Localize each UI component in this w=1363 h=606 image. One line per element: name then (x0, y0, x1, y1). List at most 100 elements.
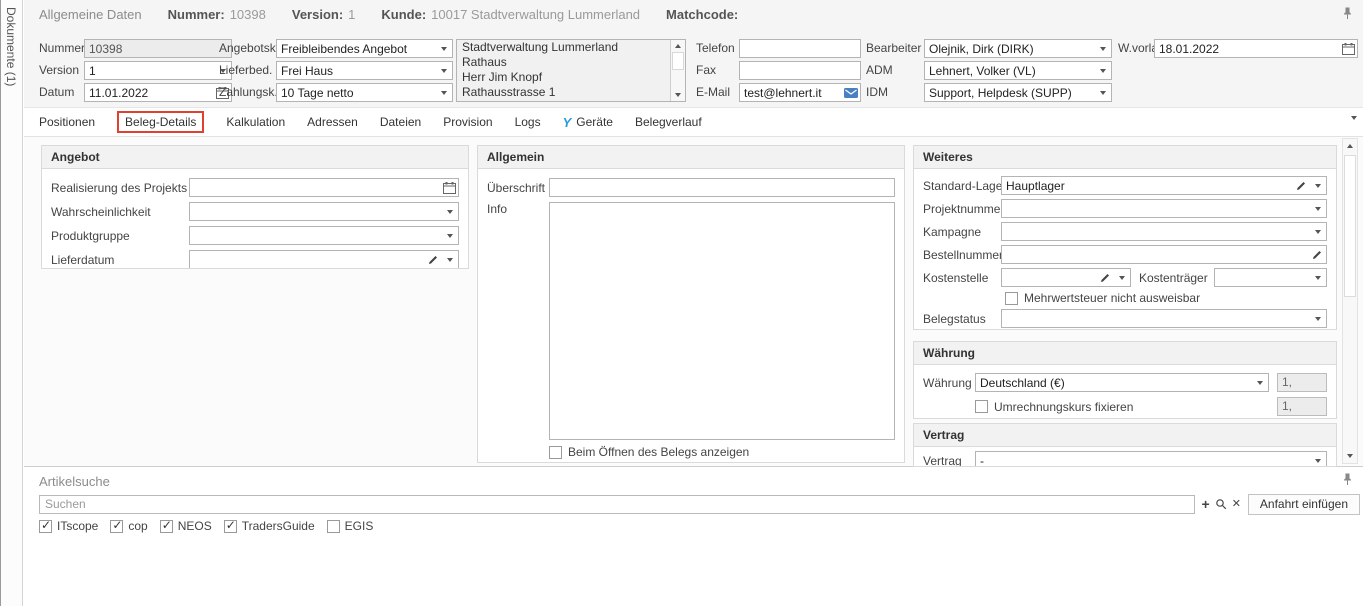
bearbeiter-dropdown-arrow[interactable] (1095, 40, 1111, 57)
telefon-field[interactable] (739, 39, 861, 58)
customer-address-box[interactable]: Stadtverwaltung Lummerland Rathaus Herr … (456, 39, 686, 102)
lieferbed-dropdown-arrow[interactable] (436, 62, 452, 79)
adm-dropdown-arrow[interactable] (1095, 62, 1111, 79)
envelope-icon[interactable] (842, 84, 860, 101)
vertrag-dropdown-arrow[interactable] (1310, 452, 1326, 467)
content-scroll-track[interactable] (1343, 153, 1357, 449)
nummer-field[interactable] (84, 39, 232, 58)
angebotsk-combo[interactable]: Freibleibendes Angebot (276, 39, 453, 58)
anzeigen-checkbox[interactable] (549, 446, 562, 459)
tab-logs[interactable]: Logs (515, 111, 541, 133)
address-scrollbar[interactable] (670, 40, 685, 101)
egis-checkbox[interactable] (327, 520, 340, 533)
waehrung-combo[interactable]: Deutschland (€) (975, 373, 1269, 392)
scroll-up-icon[interactable] (1343, 139, 1357, 153)
calendar-icon[interactable] (1339, 40, 1357, 57)
tab-geraete[interactable]: Y Geräte (563, 111, 613, 134)
scroll-down-icon[interactable] (671, 89, 685, 101)
wvorlage-input[interactable] (1155, 40, 1339, 57)
kostentraeger-combo[interactable] (1214, 268, 1327, 287)
fax-input[interactable] (740, 62, 860, 79)
wahrscheinlichkeit-combo[interactable] (189, 202, 459, 221)
search-input[interactable] (39, 495, 1195, 514)
cop-checkbox[interactable] (110, 520, 123, 533)
search-icon[interactable] (1215, 498, 1227, 510)
datum-field[interactable] (84, 83, 232, 102)
zahlungsk-dropdown-arrow[interactable] (436, 84, 452, 101)
ueberschrift-input[interactable] (550, 179, 894, 196)
angebotsk-dropdown-arrow[interactable] (436, 40, 452, 57)
sidebar-item-dokumente[interactable]: Dokumente (1) (1, 0, 23, 606)
content-scrollbar[interactable] (1342, 138, 1358, 464)
pin-icon[interactable] (1343, 7, 1352, 23)
telefon-input[interactable] (740, 40, 860, 57)
tab-provision[interactable]: Provision (443, 111, 492, 133)
ueberschrift-field[interactable] (549, 178, 895, 197)
source-egis[interactable]: EGIS (327, 519, 374, 533)
wahrscheinlichkeit-dropdown-arrow[interactable] (442, 203, 458, 220)
vertrag-combo[interactable]: - (975, 451, 1327, 467)
kostenstelle-dropdown-arrow[interactable] (1114, 269, 1130, 286)
neos-checkbox[interactable] (160, 520, 173, 533)
standard-lager-combo[interactable]: Hauptlager (1001, 176, 1327, 195)
info-textarea[interactable] (549, 202, 895, 440)
tab-adressen[interactable]: Adressen (307, 111, 358, 133)
address-scroll-track[interactable] (671, 52, 685, 89)
mwst-checkbox[interactable] (1005, 292, 1018, 305)
tab-belegverlauf[interactable]: Belegverlauf (635, 111, 702, 133)
nummer-input[interactable] (85, 40, 231, 57)
anfahrt-einfuegen-button[interactable]: Anfahrt einfügen (1248, 494, 1360, 515)
bearbeiter-combo[interactable]: Olejnik, Dirk (DIRK) (924, 39, 1112, 58)
produktgruppe-dropdown-arrow[interactable] (442, 227, 458, 244)
tab-beleg-details[interactable]: Beleg-Details (117, 111, 204, 133)
email-input[interactable] (740, 84, 842, 101)
projektnummer-combo[interactable] (1001, 199, 1327, 218)
tab-dateien[interactable]: Dateien (380, 111, 421, 133)
pencil-icon[interactable] (424, 251, 442, 268)
kostenstelle-combo[interactable] (1001, 268, 1131, 287)
tab-kalkulation[interactable]: Kalkulation (226, 111, 285, 133)
belegstatus-combo[interactable] (1001, 309, 1327, 328)
kampagne-combo[interactable] (1001, 222, 1327, 241)
kostentraeger-dropdown-arrow[interactable] (1310, 269, 1326, 286)
email-field[interactable] (739, 83, 861, 102)
tab-positionen[interactable]: Positionen (39, 111, 95, 133)
lieferbed-combo[interactable]: Frei Haus (276, 61, 453, 80)
bestellnummer-field[interactable] (1001, 245, 1327, 264)
source-cop[interactable]: cop (110, 519, 147, 533)
produktgruppe-combo[interactable] (189, 226, 459, 245)
calendar-icon[interactable] (440, 179, 458, 196)
realisierung-field[interactable] (189, 178, 459, 197)
version-combo[interactable]: 1 (84, 61, 232, 80)
scroll-down-icon[interactable] (1343, 449, 1357, 463)
waehrung-dropdown-arrow[interactable] (1252, 374, 1268, 391)
pencil-icon[interactable] (1292, 177, 1310, 194)
source-tradersguide[interactable]: TradersGuide (224, 519, 315, 533)
fixieren-checkbox[interactable] (975, 400, 988, 413)
bestellnummer-input[interactable] (1002, 246, 1308, 263)
idm-dropdown-arrow[interactable] (1095, 84, 1111, 101)
itscope-checkbox[interactable] (39, 520, 52, 533)
scroll-up-icon[interactable] (671, 40, 685, 52)
pin-icon[interactable] (1343, 473, 1352, 489)
kampagne-dropdown-arrow[interactable] (1310, 223, 1326, 240)
wvorlage-field[interactable] (1154, 39, 1358, 58)
tab-overflow-arrow[interactable] (1351, 120, 1357, 134)
tradersguide-checkbox[interactable] (224, 520, 237, 533)
source-itscope[interactable]: ITscope (39, 519, 98, 533)
belegstatus-dropdown-arrow[interactable] (1310, 310, 1326, 327)
realisierung-input[interactable] (190, 179, 440, 196)
idm-combo[interactable]: Support, Helpdesk (SUPP) (924, 83, 1112, 102)
standard-lager-dropdown-arrow[interactable] (1310, 177, 1326, 194)
source-neos[interactable]: NEOS (160, 519, 212, 533)
address-scroll-thumb[interactable] (672, 52, 684, 70)
lieferdatum-combo[interactable] (189, 250, 459, 269)
content-scroll-thumb[interactable] (1344, 155, 1356, 297)
pencil-icon[interactable] (1308, 246, 1326, 263)
projektnummer-dropdown-arrow[interactable] (1310, 200, 1326, 217)
adm-combo[interactable]: Lehnert, Volker (VL) (924, 61, 1112, 80)
zahlungsk-combo[interactable]: 10 Tage netto (276, 83, 453, 102)
lieferdatum-dropdown-arrow[interactable] (442, 251, 458, 268)
pencil-icon[interactable] (1096, 269, 1114, 286)
fax-field[interactable] (739, 61, 861, 80)
